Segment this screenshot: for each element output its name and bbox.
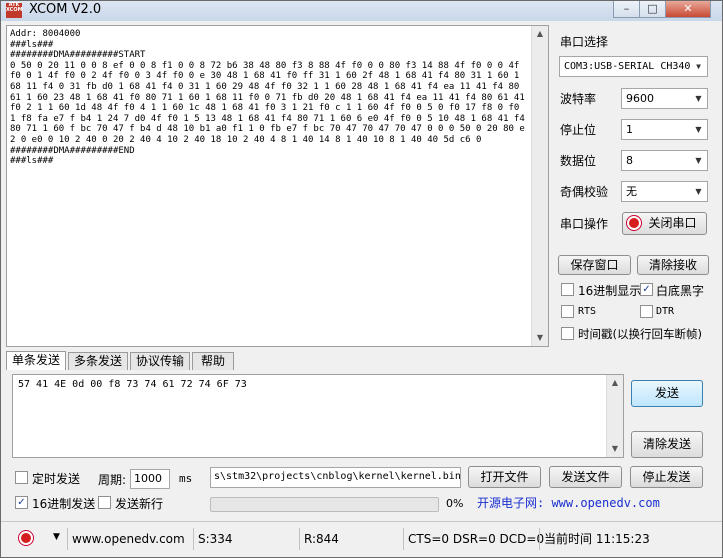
send-file-button[interactable]: 发送文件 <box>549 466 622 488</box>
timed-send-checkbox[interactable] <box>15 471 28 484</box>
port-select[interactable]: COM3:USB-SERIAL CH340 ▼ <box>559 56 708 77</box>
tab-protocol[interactable]: 协议传输 <box>130 352 190 370</box>
open-file-button[interactable]: 打开文件 <box>468 466 541 488</box>
receive-scrollbar[interactable]: ▲ ▼ <box>531 26 548 346</box>
menu-dropdown-icon[interactable]: ▼ <box>53 532 60 542</box>
period-input[interactable]: 1000 <box>130 469 170 489</box>
tab-single-send[interactable]: 单条发送 <box>6 351 66 370</box>
status-bar: ▼ www.openedv.com S:334 R:844 CTS=0 DSR=… <box>1 521 722 557</box>
clear-send-button[interactable]: 清除发送 <box>631 431 703 458</box>
data-bits-select[interactable]: 8 ▼ <box>621 150 708 171</box>
chevron-down-icon: ▼ <box>695 156 702 165</box>
dtr-label: DTR <box>656 306 675 317</box>
xcom-window: ATK XCOM XCOM V2.0 – □ ✕ Addr: 8004000 ###… <box>0 0 723 558</box>
receive-line: ###ls### <box>10 156 54 167</box>
close-port-label: 关闭串口 <box>648 216 697 230</box>
port-op-label: 串口操作 <box>560 217 609 231</box>
receive-textarea[interactable]: Addr: 8004000 ###ls### ########DMA########… <box>6 25 549 347</box>
baud-label: 波特率 <box>560 92 597 106</box>
hex-display-label: 16进制显示 <box>578 284 642 298</box>
tab-help[interactable]: 帮助 <box>192 352 234 370</box>
dtr-checkbox[interactable] <box>640 305 653 318</box>
send-text: 57 41 4E 0d 00 f8 73 74 61 72 74 6F 73 <box>18 379 247 390</box>
hex-send-checkbox[interactable]: ✓ <box>15 496 28 509</box>
save-window-button[interactable]: 保存窗口 <box>558 255 631 275</box>
stop-bits-label: 停止位 <box>560 123 597 137</box>
scroll-up-icon[interactable]: ▲ <box>532 26 548 42</box>
timestamp-label: 时间戳(以换行回车断帧) <box>578 327 702 341</box>
status-sent-count: S:334 <box>193 528 297 550</box>
period-label: 周期: <box>98 473 127 487</box>
chevron-down-icon: ▼ <box>695 125 702 134</box>
rts-label: RTS <box>578 306 597 317</box>
stop-bits-select[interactable]: 1 ▼ <box>621 119 708 140</box>
chevron-down-icon: ▼ <box>695 94 702 103</box>
scroll-down-icon[interactable]: ▼ <box>532 330 548 346</box>
clear-receive-button[interactable]: 清除接收 <box>637 255 709 275</box>
receive-line: ########DMA#########END <box>10 145 135 156</box>
hex-display-checkbox[interactable] <box>561 283 574 296</box>
data-bits-label: 数据位 <box>560 154 597 168</box>
chevron-down-icon: ▼ <box>696 62 701 71</box>
send-scrollbar[interactable]: ▲ ▼ <box>606 375 623 457</box>
baud-value: 9600 <box>626 92 654 105</box>
data-bits-value: 8 <box>626 154 633 167</box>
send-button[interactable]: 发送 <box>631 380 703 407</box>
scroll-up-icon[interactable]: ▲ <box>607 375 623 391</box>
send-progress-bar <box>210 497 439 512</box>
maximize-button[interactable]: □ <box>639 1 666 18</box>
send-newline-label: 发送新行 <box>115 497 164 511</box>
send-newline-checkbox[interactable] <box>98 496 111 509</box>
status-received-count: R:844 <box>299 528 401 550</box>
progress-percent: 0% <box>446 497 464 510</box>
parity-label: 奇偶校验 <box>560 185 609 199</box>
white-black-label: 白底黑字 <box>656 284 705 298</box>
timestamp-checkbox[interactable] <box>561 327 574 340</box>
port-status-icon <box>627 216 641 230</box>
minimize-button[interactable]: – <box>613 1 640 18</box>
status-time: 当前时间 11:15:23 <box>539 528 650 550</box>
timed-send-label: 定时发送 <box>32 472 81 486</box>
close-port-button[interactable]: 关闭串口 <box>622 212 707 235</box>
scroll-down-icon[interactable]: ▼ <box>607 441 623 457</box>
chevron-down-icon: ▼ <box>695 187 702 196</box>
receive-line: ###ls### <box>10 39 54 50</box>
period-unit: ms <box>179 472 193 485</box>
window-title: XCOM V2.0 <box>29 2 102 17</box>
rts-checkbox[interactable] <box>561 305 574 318</box>
title-bar: ATK XCOM XCOM V2.0 – □ ✕ <box>1 1 722 21</box>
status-line-signals: CTS=0 DSR=0 DCD=0 <box>403 528 544 550</box>
stop-send-button[interactable]: 停止发送 <box>630 466 703 488</box>
white-black-checkbox[interactable]: ✓ <box>640 283 653 296</box>
parity-value: 无 <box>626 185 637 198</box>
hex-send-label: 16进制发送 <box>32 497 96 511</box>
send-textarea[interactable]: 57 41 4E 0d 00 f8 73 74 61 72 74 6F 73 ▲… <box>12 374 624 458</box>
port-label: 串口选择 <box>560 35 609 49</box>
stop-bits-value: 1 <box>626 123 633 136</box>
file-path-input[interactable]: s\stm32\projects\cnblog\kernel\kernel.bi… <box>210 467 461 488</box>
receive-line: 0 50 0 20 11 0 0 8 ef 0 0 8 f1 0 0 8 72 … <box>10 60 531 145</box>
close-button[interactable]: ✕ <box>665 1 711 18</box>
receive-text: Addr: 8004000 ###ls### ########DMA########… <box>10 29 530 167</box>
parity-select[interactable]: 无 ▼ <box>621 181 708 202</box>
app-logo-icon: ATK XCOM <box>6 3 23 18</box>
tab-multi-send[interactable]: 多条发送 <box>68 352 128 370</box>
port-value: COM3:USB-SERIAL CH340 <box>564 61 691 72</box>
baud-select[interactable]: 9600 ▼ <box>621 88 708 109</box>
website-text: 开源电子网: www.openedv.com <box>477 496 660 510</box>
power-icon[interactable] <box>19 531 33 545</box>
receive-line: Addr: 8004000 <box>10 29 81 39</box>
receive-line: ########DMA#########START <box>10 50 146 61</box>
status-url[interactable]: www.openedv.com <box>67 528 190 550</box>
